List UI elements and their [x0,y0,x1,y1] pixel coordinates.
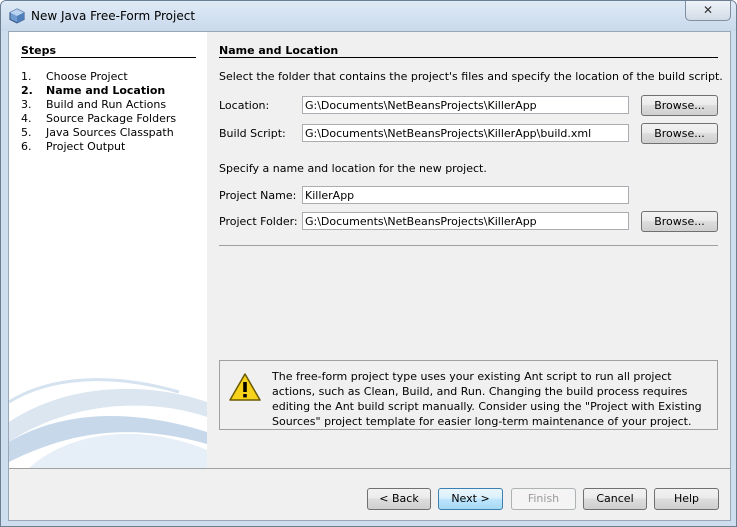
step-label: Project Output [46,140,126,153]
app-icon [9,8,25,24]
wizard-body: Steps 1. Choose Project 2. Name and Locati… [8,31,731,521]
back-button[interactable]: < Back [367,488,431,510]
title-bar: New Java Free-Form Project ✕ [1,1,736,31]
wizard-window: New Java Free-Form Project ✕ Steps 1. Cho… [0,0,737,527]
project-folder-field[interactable]: G:\Documents\NetBeansProjects\KillerApp [302,212,629,230]
step-label: Source Package Folders [46,112,177,125]
steps-panel: Steps 1. Choose Project 2. Name and Locati… [9,32,207,468]
build-script-field[interactable]: G:\Documents\NetBeansProjects\KillerApp\… [302,124,629,142]
step-label: Build and Run Actions [46,98,167,111]
build-script-browse-button[interactable]: Browse... [641,123,718,144]
main-panel: Name and Location Select the folder that… [207,32,730,468]
location-browse-button[interactable]: Browse... [641,95,718,116]
section-heading: Name and Location [219,44,339,57]
close-button[interactable]: ✕ [685,1,731,21]
cancel-button[interactable]: Cancel [583,488,647,510]
project-folder-label: Project Folder: [219,215,298,228]
window-title: New Java Free-Form Project [31,9,196,23]
steps-heading: Steps [21,44,57,57]
warning-icon [229,373,261,401]
step-item: 3. Build and Run Actions [21,98,167,111]
step-label: Name and Location [46,84,166,97]
step-item: 5. Java Sources Classpath [21,126,174,139]
warning-box: The free-form project type uses your exi… [219,360,718,430]
project-name-label: Project Name: [219,189,297,202]
step-label: Java Sources Classpath [46,126,174,139]
form-divider [219,245,718,246]
location-label: Location: [219,99,270,112]
section-divider [219,57,718,58]
finish-button[interactable]: Finish [511,488,576,510]
step-label: Choose Project [46,70,128,83]
steps-list: 1. Choose Project 2. Name and Location 3. B… [21,70,176,154]
step-item-current: 2. Name and Location [21,84,166,97]
project-name-field[interactable]: KillerApp [302,186,629,204]
step-item: 1. Choose Project [21,70,128,83]
step-item: 4. Source Package Folders [21,112,177,125]
next-button[interactable]: Next > [438,488,503,510]
location-field[interactable]: G:\Documents\NetBeansProjects\KillerApp [302,96,629,114]
button-bar-divider [9,468,730,469]
build-script-label: Build Script: [219,127,286,140]
intro-text: Select the folder that contains the proj… [219,70,723,83]
step-item: 6. Project Output [21,140,126,153]
steps-divider [21,57,196,58]
project-folder-browse-button[interactable]: Browse... [641,211,718,232]
warning-text: The free-form project type uses your exi… [272,370,702,428]
help-button[interactable]: Help [654,488,719,510]
decorative-swoosh [9,378,207,468]
specify-text: Specify a name and location for the new … [219,162,487,175]
